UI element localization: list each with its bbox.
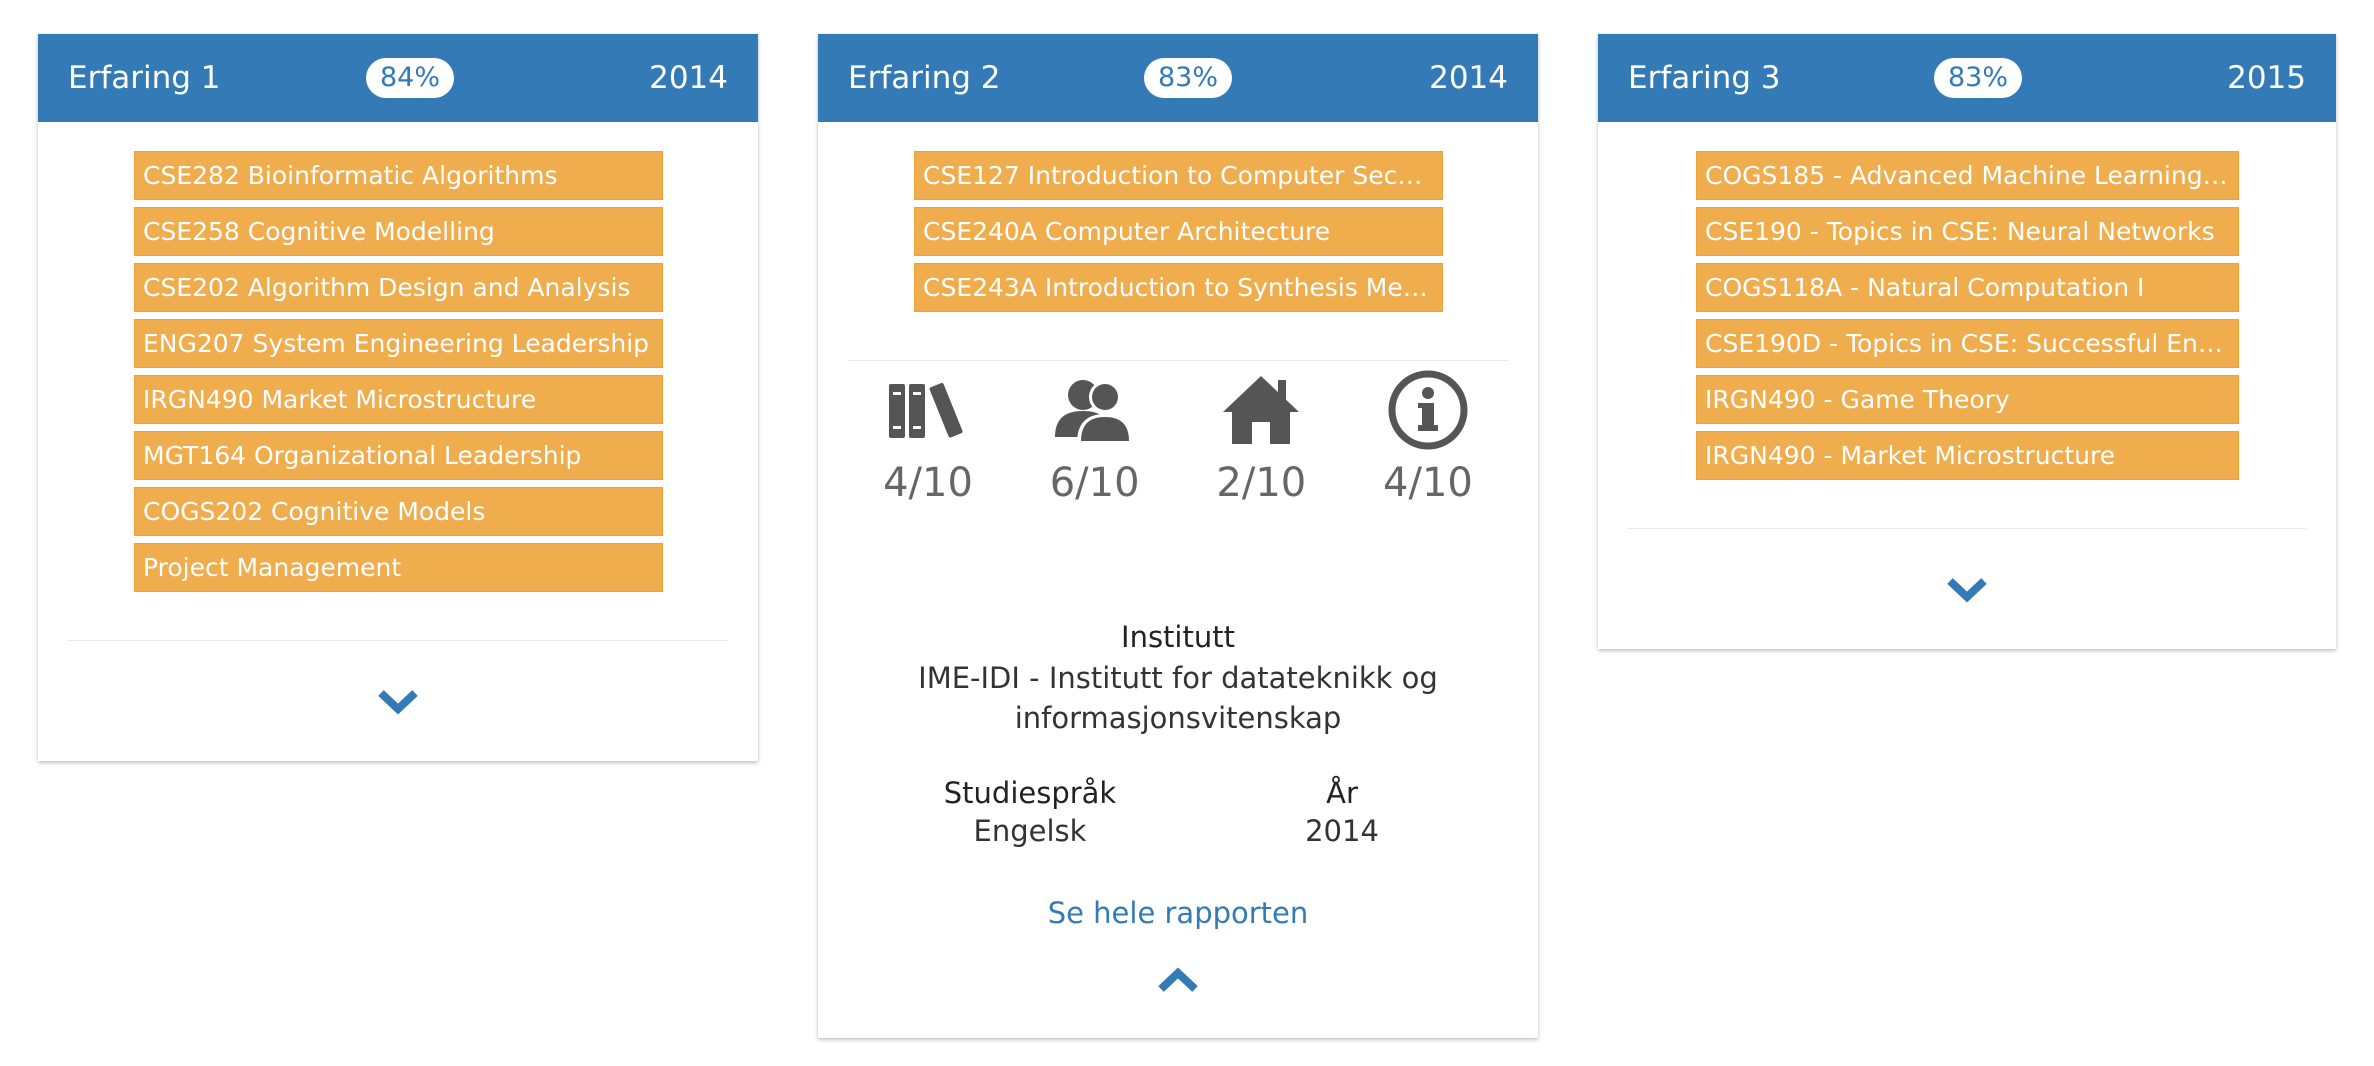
course-item[interactable]: MGT164 Organizational Leadership	[134, 431, 663, 480]
books-icon	[883, 370, 973, 450]
users-icon	[1050, 370, 1140, 450]
stat-value: 2/10	[1216, 460, 1307, 506]
course-item[interactable]: Project Management	[134, 543, 663, 592]
course-item[interactable]: CSE190 - Topics in CSE: Neural Networks	[1696, 207, 2239, 256]
divider	[68, 640, 728, 641]
match-percent-badge: 83%	[1143, 58, 1233, 98]
chevron-up-icon[interactable]	[1157, 967, 1199, 993]
course-item[interactable]: IRGN490 - Market Microstructure	[1696, 431, 2239, 480]
info-icon	[1383, 370, 1473, 450]
home-icon	[1216, 370, 1306, 450]
course-item[interactable]: COGS202 Cognitive Models	[134, 487, 663, 536]
course-list: COGS185 - Advanced Machine Learning Meth…	[1696, 151, 2239, 487]
course-item[interactable]: COGS118A - Natural Computation I	[1696, 263, 2239, 312]
language-value: Engelsk	[973, 814, 1087, 848]
course-item[interactable]: IRGN490 - Game Theory	[1696, 375, 2239, 424]
card-year: 2014	[649, 60, 728, 96]
card-year: 2014	[1429, 60, 1508, 96]
stat-social: 6/10	[1045, 370, 1145, 506]
course-item[interactable]: CSE190D - Topics in CSE: Successful Entr…	[1696, 319, 2239, 368]
stat-housing: 2/10	[1211, 370, 1311, 506]
language-label: Studiespråk	[943, 776, 1117, 810]
card-title: Erfaring 2	[848, 60, 1001, 96]
card-title: Erfaring 1	[68, 60, 221, 96]
institute-value-line2: informasjonsvitenskap	[1014, 701, 1342, 735]
course-item[interactable]: CSE243A Introduction to Synthesis Method…	[914, 263, 1443, 312]
course-item[interactable]: ENG207 System Engineering Leadership	[134, 319, 663, 368]
stat-academic: 4/10	[878, 370, 978, 506]
experience-card-3: Erfaring 3 83% 2015 COGS185 - Advanced M…	[1598, 34, 2336, 649]
course-item[interactable]: CSE282 Bioinformatic Algorithms	[134, 151, 663, 200]
course-item[interactable]: CSE240A Computer Architecture	[914, 207, 1443, 256]
institute-label: Institutt	[1121, 620, 1235, 654]
year-value: 2014	[1305, 814, 1379, 848]
course-item[interactable]: CSE258 Cognitive Modelling	[134, 207, 663, 256]
experience-card-2: Erfaring 2 83% 2014 CSE127 Introduction …	[818, 34, 1538, 1038]
divider	[1628, 528, 2306, 529]
card-title: Erfaring 3	[1628, 60, 1781, 96]
stat-value: 6/10	[1049, 460, 1140, 506]
course-item[interactable]: CSE202 Algorithm Design and Analysis	[134, 263, 663, 312]
course-item[interactable]: IRGN490 Market Microstructure	[134, 375, 663, 424]
match-percent-badge: 84%	[365, 58, 455, 98]
experience-card-1: Erfaring 1 84% 2014 CSE282 Bioinformatic…	[38, 34, 758, 761]
card-header[interactable]: Erfaring 1 84% 2014	[38, 34, 758, 122]
stat-value: 4/10	[883, 460, 973, 506]
language-block: Studiespråk Engelsk	[910, 776, 1150, 848]
course-item[interactable]: CSE127 Introduction to Computer Security	[914, 151, 1443, 200]
course-list: CSE282 Bioinformatic Algorithms CSE258 C…	[134, 151, 663, 599]
divider	[848, 360, 1508, 361]
institute-value-line1: IME-IDI - Institutt for datateknikk og	[918, 661, 1438, 695]
stat-info: 4/10	[1378, 370, 1478, 506]
year-block: År 2014	[1222, 776, 1462, 848]
stat-value: 4/10	[1383, 460, 1473, 506]
chevron-down-icon[interactable]	[1946, 577, 1988, 603]
year-label: År	[1326, 776, 1358, 810]
rating-stats: 4/10 6/10 2/10 4/10	[878, 370, 1478, 506]
full-report-link[interactable]: Se hele rapporten	[818, 896, 1538, 930]
chevron-down-icon[interactable]	[377, 689, 419, 715]
card-header[interactable]: Erfaring 2 83% 2014	[818, 34, 1538, 122]
course-list: CSE127 Introduction to Computer Security…	[914, 151, 1443, 319]
card-year: 2015	[2227, 60, 2306, 96]
card-header[interactable]: Erfaring 3 83% 2015	[1598, 34, 2336, 122]
match-percent-badge: 83%	[1933, 58, 2023, 98]
course-item[interactable]: COGS185 - Advanced Machine Learning Meth…	[1696, 151, 2239, 200]
